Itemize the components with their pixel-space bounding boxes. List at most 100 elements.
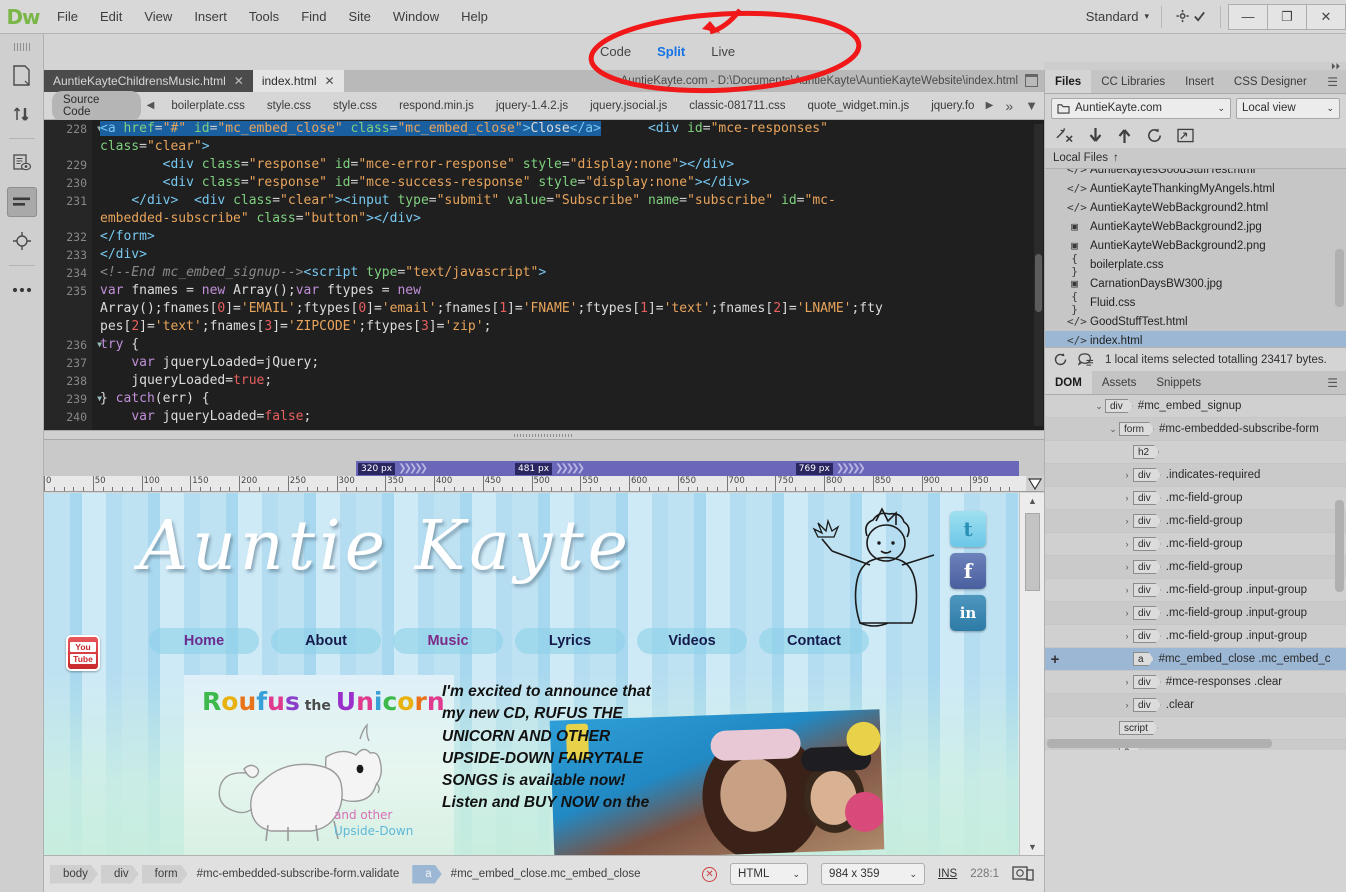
tag-crumb-4[interactable]: a xyxy=(412,865,441,884)
related-file-2[interactable]: style.css xyxy=(322,100,388,112)
dom-row[interactable]: › div .mc-field-group xyxy=(1045,487,1346,510)
more-files-icon[interactable]: » xyxy=(999,98,1019,114)
put-files-icon[interactable] xyxy=(1117,127,1132,144)
chevron-right-icon[interactable]: › xyxy=(1121,562,1133,572)
chevron-right-icon[interactable]: › xyxy=(1121,493,1133,503)
code-text[interactable]: <a href="#" id="mc_embed_close" class="m… xyxy=(100,120,1036,430)
get-files-icon[interactable] xyxy=(1088,127,1103,144)
menu-edit[interactable]: Edit xyxy=(89,0,133,34)
media-query-segment-769[interactable]: 769 px ❯❯❯❯❯ xyxy=(793,461,1019,476)
related-file-7[interactable]: quote_widget.min.js xyxy=(797,100,921,112)
dom-row[interactable]: h2 xyxy=(1045,441,1346,464)
file-row[interactable]: ▣ CarnationDaysBW300.jpg xyxy=(1045,274,1346,293)
dom-row[interactable]: › div .mc-field-group .input-group xyxy=(1045,625,1346,648)
scroll-right-icon[interactable]: ▶ xyxy=(980,100,1000,111)
file-row[interactable]: </> AuntieKayteWebBackground2.html xyxy=(1045,198,1346,217)
scrollbar-thumb[interactable] xyxy=(1025,513,1040,591)
tag-crumb-2[interactable]: form xyxy=(142,865,188,884)
file-management-icon[interactable] xyxy=(7,99,37,129)
site-selector[interactable]: AuntieKayte.com ⌄ xyxy=(1051,97,1231,119)
target-inspect-icon[interactable] xyxy=(7,226,37,256)
menu-find[interactable]: Find xyxy=(290,0,337,34)
add-element-icon[interactable]: + xyxy=(1045,651,1065,668)
dom-row[interactable]: + a #mc_embed_close .mc_embed_c xyxy=(1045,648,1346,671)
tag-crumb-5[interactable]: #mc_embed_close.mc_embed_close xyxy=(445,865,651,884)
nav-button-music[interactable]: Music xyxy=(393,628,503,654)
dom-row[interactable]: ⌄ form #mc-embedded-subscribe-form xyxy=(1045,418,1346,441)
dom-row[interactable]: › div .mc-field-group .input-group xyxy=(1045,579,1346,602)
dom-tree[interactable]: ⌄ div #mc_embed_signup ⌄ form #mc-embedded-su… xyxy=(1045,395,1346,750)
more-options-icon[interactable] xyxy=(7,275,37,305)
media-query-segment-481[interactable]: 481 px ❯❯❯❯❯ xyxy=(512,461,794,476)
document-tab-1[interactable]: index.html ✕ xyxy=(252,70,344,92)
dom-scrollbar-vertical[interactable] xyxy=(1335,500,1344,592)
view-mode-code[interactable]: Code xyxy=(600,44,631,59)
scroll-up-icon[interactable]: ▲ xyxy=(1020,493,1044,509)
refresh-icon[interactable] xyxy=(1053,352,1068,367)
chevron-right-icon[interactable]: › xyxy=(1121,516,1133,526)
dom-row[interactable]: ⌄ div #mc_embed_signup xyxy=(1045,395,1346,418)
panel-tab-cc-libraries[interactable]: CC Libraries xyxy=(1091,70,1175,93)
chevron-down-icon[interactable]: ⌄ xyxy=(1107,424,1119,435)
view-mode-split[interactable]: Split xyxy=(657,44,685,59)
chevron-right-icon[interactable]: › xyxy=(1121,539,1133,549)
dom-row[interactable]: › div .indicates-required xyxy=(1045,464,1346,487)
view-selector[interactable]: Local view ⌄ xyxy=(1236,97,1340,119)
cc-sync-settings-button[interactable] xyxy=(1162,5,1221,28)
tag-crumb-0[interactable]: body xyxy=(50,865,98,884)
linkedin-icon[interactable]: in xyxy=(950,595,986,631)
preview-scrollbar[interactable]: ▲ ▼ xyxy=(1019,493,1044,855)
connect-to-server-icon[interactable] xyxy=(1055,127,1074,143)
chevron-right-icon[interactable]: › xyxy=(1121,700,1133,710)
file-row[interactable]: </> index.html xyxy=(1045,331,1346,347)
menu-insert[interactable]: Insert xyxy=(183,0,238,34)
youtube-icon[interactable]: You Tube xyxy=(66,635,100,671)
menu-window[interactable]: Window xyxy=(382,0,450,34)
ruler-resize-handle[interactable] xyxy=(1026,476,1044,491)
local-files-header[interactable]: Local Files ↑ xyxy=(1045,148,1346,169)
preview-in-browser-icon[interactable] xyxy=(1012,865,1034,883)
file-row[interactable]: </> GoodStuffTest.html xyxy=(1045,312,1346,331)
related-file-4[interactable]: jquery-1.4.2.js xyxy=(485,100,579,112)
scroll-down-icon[interactable]: ▼ xyxy=(1020,839,1044,855)
workspace-selector[interactable]: Standard ▾ xyxy=(1074,5,1162,28)
chevron-right-icon[interactable]: › xyxy=(1121,470,1133,480)
close-icon[interactable]: ✕ xyxy=(325,74,335,88)
nav-button-videos[interactable]: Videos xyxy=(637,628,747,654)
related-file-0[interactable]: boilerplate.css xyxy=(160,100,256,112)
menu-help[interactable]: Help xyxy=(450,0,499,34)
code-scrollbar[interactable] xyxy=(1034,124,1043,426)
panel-tab-dom[interactable]: DOM xyxy=(1045,371,1092,394)
chevron-right-icon[interactable]: › xyxy=(1121,631,1133,641)
dom-scrollbar-horizontal[interactable] xyxy=(1047,739,1272,748)
dom-row[interactable]: › div .mc-field-group .input-group xyxy=(1045,602,1346,625)
minimize-button[interactable]: — xyxy=(1228,3,1268,30)
live-code-inspect-icon[interactable] xyxy=(7,148,37,178)
tag-crumb-3[interactable]: #mc-embedded-subscribe-form.validate xyxy=(191,865,410,884)
error-indicator-icon[interactable]: ✕ xyxy=(702,866,718,882)
related-file-8[interactable]: jquery.fo xyxy=(920,100,979,112)
filter-icon[interactable]: ▼ xyxy=(1019,98,1044,113)
source-code-button[interactable]: Source Code xyxy=(52,90,141,121)
related-file-3[interactable]: respond.min.js xyxy=(388,100,485,112)
panel-tab-files[interactable]: Files xyxy=(1045,70,1092,93)
maximize-button[interactable]: ❐ xyxy=(1267,3,1307,30)
chevron-right-icon[interactable]: › xyxy=(1121,585,1133,595)
tag-crumb-1[interactable]: div xyxy=(101,865,139,884)
related-file-1[interactable]: style.css xyxy=(256,100,322,112)
menu-file[interactable]: File xyxy=(46,0,89,34)
chevron-down-icon[interactable]: ⌄ xyxy=(1093,401,1105,412)
nav-button-home[interactable]: Home xyxy=(149,628,259,654)
twitter-icon[interactable]: t xyxy=(950,511,986,547)
file-list-scrollbar[interactable] xyxy=(1335,249,1344,307)
menu-view[interactable]: View xyxy=(133,0,183,34)
nav-button-about[interactable]: About xyxy=(271,628,381,654)
window-size-selector[interactable]: 984 x 359 ⌄ xyxy=(821,863,926,885)
dom-row[interactable]: › div #mce-responses .clear xyxy=(1045,671,1346,694)
menu-tools[interactable]: Tools xyxy=(238,0,290,34)
expand-panel-icon[interactable] xyxy=(1177,128,1194,143)
view-mode-live[interactable]: Live xyxy=(711,44,735,59)
file-list[interactable]: </> AuntieKaytesGoodStuffTest.html </> Aunt… xyxy=(1045,169,1346,347)
file-row[interactable]: { } Fluid.css xyxy=(1045,290,1346,316)
file-row[interactable]: </> AuntieKaytesGoodStuffTest.html xyxy=(1045,169,1346,179)
